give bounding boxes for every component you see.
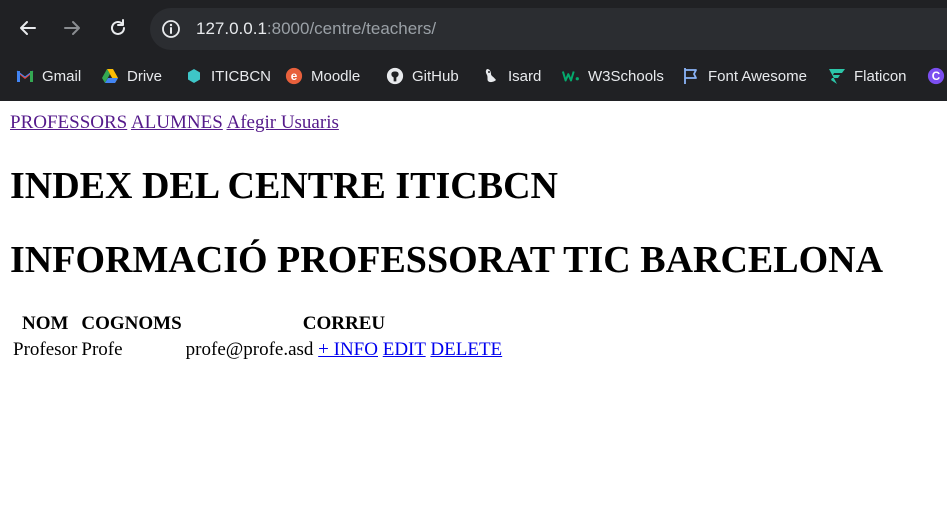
- bookmark-label: Gmail: [42, 67, 82, 85]
- bookmark-label: ITICBCN: [211, 67, 271, 85]
- section-title: INFORMACIÓ PROFESSORAT TIC BARCELONA: [10, 239, 884, 281]
- nav-link-afegir-usuaris[interactable]: Afegir Usuaris: [226, 112, 338, 133]
- svg-text:C: C: [932, 70, 941, 83]
- bookmark-label: Drive: [127, 67, 163, 85]
- info-icon: [162, 20, 180, 38]
- bookmark-drive[interactable]: Drive: [101, 64, 162, 88]
- url-text[interactable]: 127.0.0.1:8000/centre/teachers/: [196, 18, 436, 40]
- nav-link-professors[interactable]: PROFESSORS: [10, 112, 127, 133]
- bookmark-isard[interactable]: Isard: [482, 64, 541, 88]
- site-info-button[interactable]: [160, 18, 182, 40]
- bookmark-flaticon[interactable]: Flaticon: [828, 64, 907, 88]
- bookmark-iticbcn[interactable]: ITICBCN: [185, 64, 271, 88]
- bookmark-moodle[interactable]: e Moodle: [285, 64, 360, 88]
- edit-link[interactable]: EDIT: [383, 339, 426, 360]
- bookmark-label: W3Schools: [588, 67, 664, 85]
- arrow-left-icon: [20, 21, 36, 35]
- cell-correu: profe@profe.asd: [185, 339, 314, 360]
- page-title: INDEX DEL CENTRE ITICBCN: [10, 165, 558, 207]
- flaticon-icon: [828, 67, 846, 85]
- bookmark-font-awesome[interactable]: Font Awesome: [682, 64, 807, 88]
- top-nav: PROFESSORS ALUMNES Afegir Usuaris: [10, 112, 339, 134]
- column-header-correu: CORREU: [302, 313, 386, 334]
- bookmark-partial-icon: C: [927, 67, 945, 85]
- forward-button[interactable]: [58, 14, 86, 42]
- moodle-icon: e: [285, 67, 303, 85]
- url-host: 127.0.0.1: [196, 19, 267, 38]
- table-row: Profesor Profe profe@profe.asd + INFO ED…: [12, 338, 503, 362]
- github-icon: [386, 67, 404, 85]
- bookmark-gmail[interactable]: Gmail: [16, 64, 81, 88]
- browser-chrome: 127.0.0.1:8000/centre/teachers/ Gmail Dr…: [0, 0, 947, 101]
- drive-icon: [101, 67, 119, 85]
- info-link[interactable]: + INFO: [318, 339, 378, 360]
- isard-icon: [482, 67, 500, 85]
- cell-cognoms: Profe: [81, 339, 123, 360]
- bookmark-overflow[interactable]: C: [927, 64, 947, 88]
- reload-button[interactable]: [104, 14, 132, 42]
- url-path: :8000/centre/teachers/: [266, 19, 437, 38]
- bookmarks-bar: Gmail Drive ITICBCN e Moodle GitHub Isar…: [0, 58, 947, 94]
- nav-link-alumnes[interactable]: ALUMNES: [131, 112, 223, 133]
- svg-text:e: e: [291, 70, 298, 83]
- bookmark-label: Isard: [508, 67, 542, 85]
- column-header-cognoms: COGNOMS: [81, 313, 182, 334]
- bookmark-label: Flaticon: [854, 67, 907, 85]
- iticbcn-icon: [185, 67, 203, 85]
- table-header-row: NOM COGNOMS CORREU: [12, 312, 503, 336]
- bookmark-label: Moodle: [311, 67, 361, 85]
- bookmark-label: GitHub: [412, 67, 459, 85]
- cell-correu-actions: profe@profe.asd + INFO EDIT DELETE: [185, 338, 504, 362]
- font-awesome-icon: [682, 67, 700, 85]
- browser-toolbar: 127.0.0.1:8000/centre/teachers/: [0, 0, 947, 58]
- reload-icon: [111, 19, 125, 35]
- cell-nom: Profesor: [13, 339, 78, 360]
- bookmark-w3schools[interactable]: W3Schools: [562, 64, 664, 88]
- bookmark-github[interactable]: GitHub: [386, 64, 459, 88]
- teachers-table: NOM COGNOMS CORREU Profesor Profe profe@…: [10, 310, 505, 364]
- bookmark-label: Font Awesome: [708, 67, 807, 85]
- w3schools-icon: [562, 67, 580, 85]
- delete-link[interactable]: DELETE: [430, 339, 502, 360]
- arrow-right-icon: [64, 21, 80, 35]
- column-header-nom: NOM: [21, 313, 69, 334]
- back-button[interactable]: [14, 14, 42, 42]
- gmail-icon: [16, 67, 34, 85]
